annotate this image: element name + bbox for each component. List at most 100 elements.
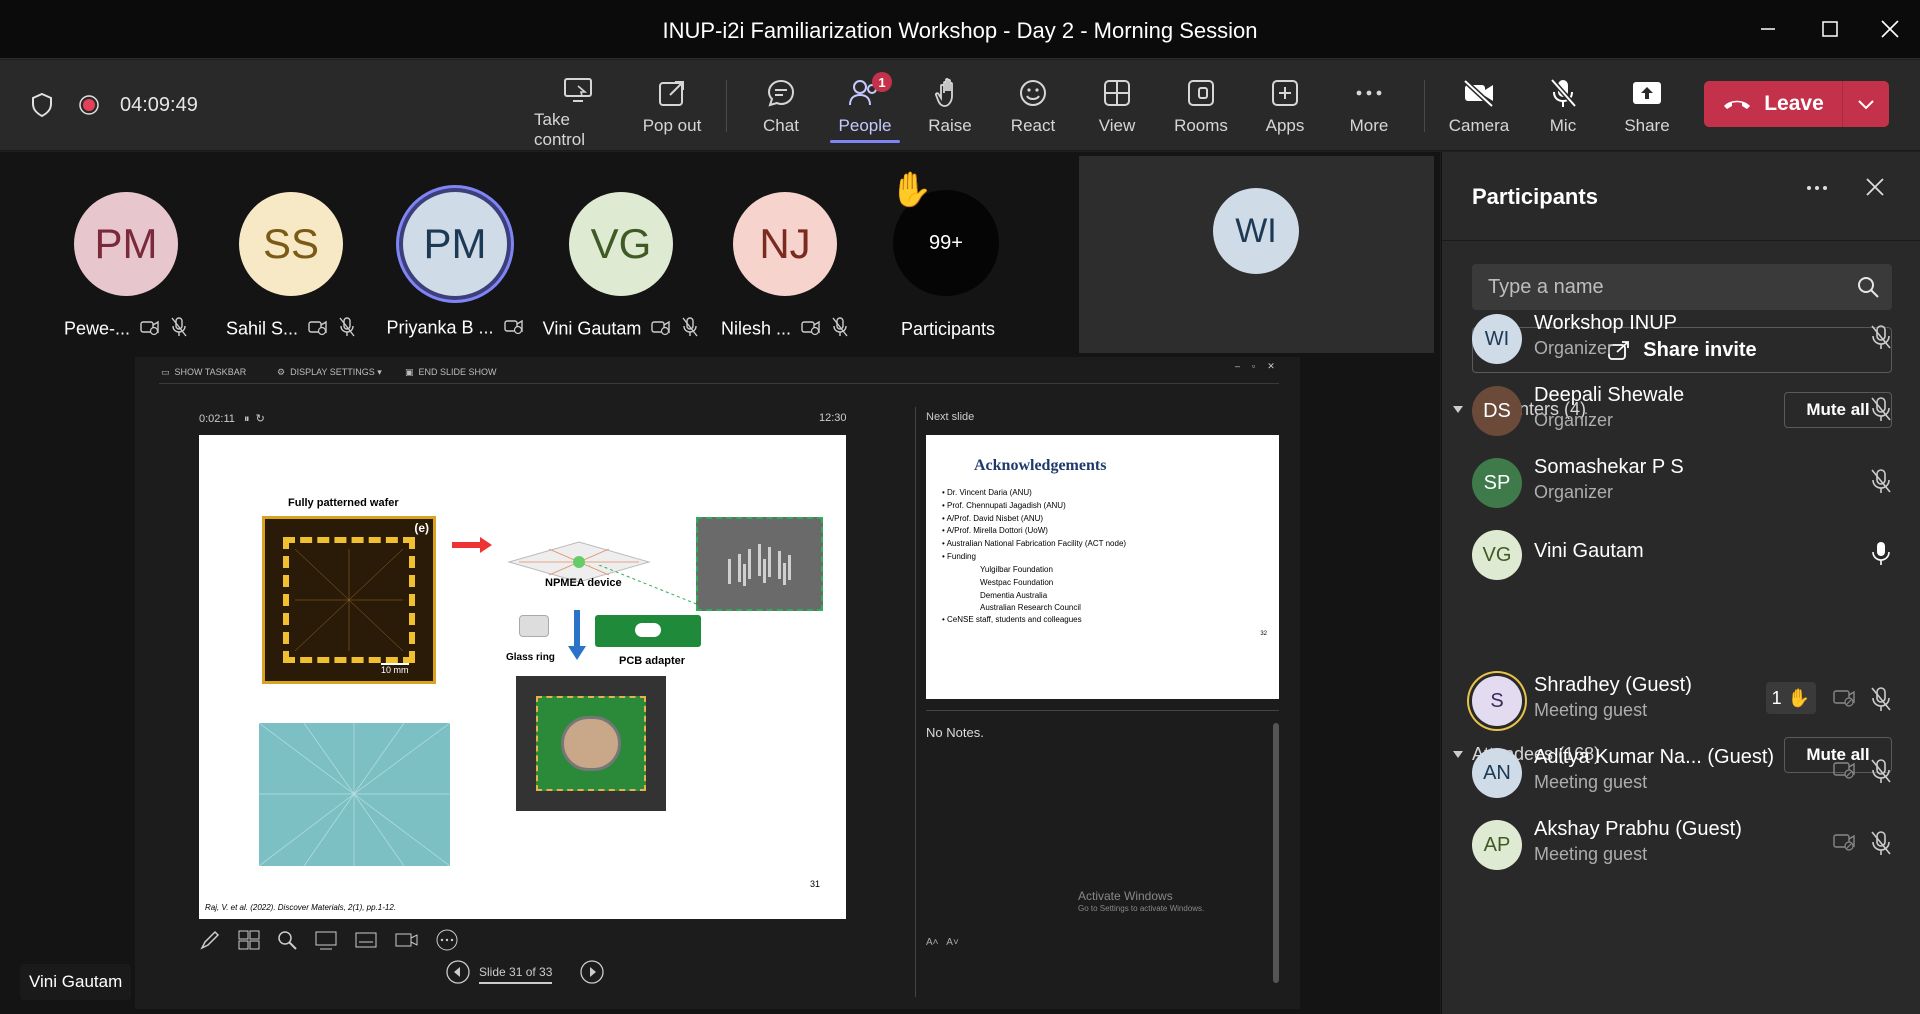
people-active-indicator — [830, 140, 900, 143]
participant-tile-name: Pewe-... — [36, 317, 216, 342]
maximize-button[interactable] — [1812, 14, 1848, 44]
leave-options-dropdown[interactable] — [1842, 81, 1888, 127]
ack-item: • Dr. Vincent Daria (ANU) — [942, 488, 1032, 497]
presenter-row[interactable]: SP Somashekar P S Organizer — [1472, 452, 1892, 514]
view-button[interactable]: View — [1098, 76, 1136, 146]
share-screen-icon — [1633, 82, 1661, 104]
slide-sorter-icon[interactable] — [237, 929, 261, 951]
presenter-row[interactable]: WI Workshop INUP Organizer — [1472, 308, 1892, 370]
presenter-window-controls[interactable]: –▫✕ — [1235, 361, 1287, 372]
participant-tile[interactable]: PM Pewe-... — [46, 172, 206, 342]
participant-tile[interactable]: PM Priyanka B ... — [375, 172, 535, 342]
avatar: NJ — [733, 192, 837, 296]
meeting-timer: 04:09:49 — [120, 94, 198, 116]
zoom-icon[interactable] — [276, 929, 298, 951]
raise-hand-button[interactable]: Raise — [928, 76, 972, 146]
close-icon — [1881, 20, 1899, 38]
minimize-button[interactable] — [1750, 14, 1786, 44]
activate-windows-text: Activate Windows — [1078, 889, 1173, 903]
overflow-label: Participants — [900, 319, 996, 339]
slide-counter[interactable]: Slide 31 of 33 — [479, 965, 553, 984]
mic-off-icon — [1870, 324, 1892, 355]
mic-off-icon — [1550, 78, 1577, 108]
collapse-chevron-icon — [1453, 406, 1463, 413]
pop-out-icon — [659, 81, 684, 106]
participant-tile[interactable]: NJ Nilesh ... — [705, 172, 865, 342]
panel-title: Participants — [1472, 184, 1598, 209]
mic-label: Mic — [1549, 116, 1577, 135]
display-settings-button[interactable]: ⚙ DISPLAY SETTINGS ▾ — [277, 367, 382, 378]
attendee-row[interactable]: S Shradhey (Guest) Meeting guest 1 ✋ — [1472, 670, 1892, 732]
camera-off-icon — [801, 318, 821, 341]
presenter-row[interactable]: VG Vini Gautam — [1472, 524, 1892, 586]
end-slide-show-button[interactable]: ▣ END SLIDE SHOW — [405, 367, 497, 378]
avatar: S — [1472, 676, 1522, 726]
show-taskbar-button[interactable]: ▭ SHOW TASKBAR — [161, 367, 246, 378]
slide-tools — [199, 925, 459, 955]
pointer-screen-icon[interactable] — [314, 929, 338, 951]
react-emoji-icon — [1020, 80, 1046, 106]
avatar: WI — [1472, 314, 1522, 364]
more-options-icon[interactable] — [435, 928, 459, 952]
font-size-controls[interactable]: A˄ A˅ — [926, 937, 959, 948]
presentation-clock: 12:30 — [819, 412, 847, 424]
participant-tile[interactable]: VG Vini Gautam — [541, 172, 701, 342]
previous-slide-icon[interactable] — [445, 959, 471, 985]
minimize-icon — [1761, 28, 1775, 30]
chat-icon — [767, 79, 795, 107]
maximize-icon — [1822, 21, 1838, 37]
camera-toggle-icon[interactable] — [394, 929, 420, 951]
participant-tile[interactable]: SS Sahil S... — [211, 172, 371, 342]
subtitles-icon[interactable] — [354, 929, 378, 951]
avatar: AN — [1472, 748, 1522, 798]
participants-panel: Participants Type a name Share invite Pr… — [1441, 152, 1920, 1014]
notes-scrollbar[interactable] — [1273, 723, 1279, 983]
activate-windows-subtext: Go to Settings to activate Windows. — [1078, 904, 1205, 913]
mic-button[interactable]: Mic — [1546, 76, 1580, 146]
participant-role: Organizer — [1534, 482, 1614, 502]
share-button[interactable]: Share — [1624, 76, 1670, 146]
react-button[interactable]: React — [1011, 76, 1055, 146]
chat-button[interactable]: Chat — [757, 76, 805, 146]
close-window-button[interactable] — [1872, 14, 1908, 44]
active-speaker-label: Vini Gautam — [20, 964, 132, 1000]
people-label: People — [838, 116, 892, 135]
presenter-row[interactable]: DS Deepali Shewale Organizer — [1472, 380, 1892, 442]
participant-role: Organizer — [1534, 338, 1614, 358]
people-button[interactable]: 1 People — [830, 72, 900, 146]
pen-icon[interactable] — [199, 929, 221, 951]
participant-role: Meeting guest — [1534, 700, 1648, 720]
participant-role: Organizer — [1534, 410, 1614, 430]
security-shield-icon[interactable] — [30, 92, 54, 123]
chat-label: Chat — [763, 116, 799, 135]
speaker-notes[interactable]: No Notes. Activate Windows Go to Setting… — [926, 710, 1279, 990]
avatar: PM — [403, 192, 507, 296]
panel-more-icon[interactable] — [1805, 176, 1829, 200]
search-icon[interactable] — [1856, 275, 1880, 299]
microscope-image — [258, 722, 451, 867]
next-slide-icon[interactable] — [579, 959, 605, 985]
participant-role: Meeting guest — [1534, 772, 1648, 792]
camera-button[interactable]: Camera — [1449, 76, 1509, 146]
attendee-row[interactable]: AP Akshay Prabhu (Guest) Meeting guest — [1472, 814, 1892, 876]
video-tile-wi[interactable]: WI — [1079, 156, 1434, 353]
attendee-row[interactable]: AN Aditya Kumar Na... (Guest) Meeting gues… — [1472, 742, 1892, 804]
next-slide-page-number: 32 — [1260, 631, 1267, 637]
next-slide-preview: Acknowledgements • Dr. Vincent Daria (AN… — [926, 435, 1279, 699]
raised-hand-icon: ✋ — [1787, 687, 1810, 708]
react-label: React — [1010, 116, 1056, 135]
avatar: WI — [1213, 188, 1299, 274]
take-control-button[interactable]: Take control — [534, 76, 622, 149]
close-panel-icon[interactable] — [1864, 176, 1886, 198]
ack-item: • A/Prof. Mirella Dottori (UoW) — [942, 526, 1048, 536]
avatar: DS — [1472, 386, 1522, 436]
rooms-button[interactable]: Rooms — [1174, 76, 1228, 146]
leave-button[interactable]: Leave — [1704, 81, 1842, 127]
funding-item: Dementia Australia — [980, 590, 1048, 600]
more-button[interactable]: More — [1348, 76, 1390, 146]
apps-add-icon — [1272, 80, 1298, 106]
pop-out-button[interactable]: Pop out — [640, 76, 704, 146]
search-input[interactable]: Type a name — [1472, 264, 1892, 310]
apps-button[interactable]: Apps — [1265, 76, 1305, 146]
overflow-participants-tile[interactable]: 99+ ✋ Participants — [868, 171, 1028, 342]
